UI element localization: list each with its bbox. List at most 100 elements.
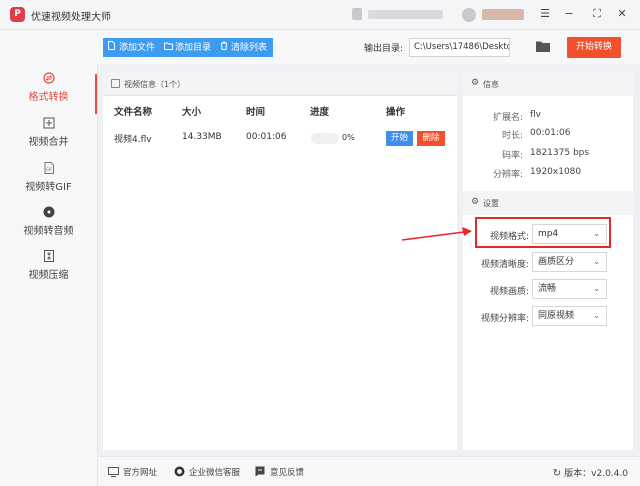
sidebar-item-video-compress[interactable]: 视频压缩: [0, 250, 97, 294]
resolution-select[interactable]: 同原视频 ⌄: [532, 306, 607, 326]
gif-icon: GIF: [43, 162, 55, 174]
file-icon: [108, 38, 117, 57]
column-header-size: 大小: [182, 107, 202, 118]
output-dir-label: 输出目录:: [364, 44, 404, 54]
resolution-select-value: 同原视频: [538, 311, 575, 321]
annotation-highlight-box: [475, 217, 611, 248]
official-website-label: 官方网址: [123, 468, 158, 478]
sidebar-item-format-convert[interactable]: 格式转换: [0, 72, 97, 116]
version-info[interactable]: ↻ 版本：v2.0.4.0: [553, 466, 628, 479]
file-name: 视频4.flv: [114, 135, 152, 145]
sidebar-item-label: 视频转音频: [23, 226, 74, 237]
row-delete-button[interactable]: 删除: [417, 131, 445, 146]
merge-icon: [43, 117, 55, 129]
settings-title: 设置: [483, 199, 499, 208]
file-size: 14.33MB: [182, 132, 222, 142]
column-header-progress: 进度: [310, 107, 330, 118]
table-header: 文件名称 大小 时间 进度 操作: [103, 104, 457, 118]
column-header-actions: 操作: [386, 107, 406, 118]
settings-header: ⚙ 设置: [463, 191, 633, 215]
chevron-down-icon: ⌄: [593, 284, 600, 293]
quality-select[interactable]: 流畅 ⌄: [532, 279, 607, 299]
title-bar: P 优速视频处理大师 ☰ − ⛶ ✕: [0, 0, 640, 30]
right-panel: ⚙ 信息 扩展名: flv 时长: 00:01:06 码率: 1821375 b…: [463, 72, 633, 450]
file-list-panel: 视频信息（1个） 文件名称 大小 时间 进度 操作 视频4.flv 14.33M…: [103, 72, 457, 450]
file-list-header: 视频信息（1个）: [103, 72, 457, 96]
info-value-extension: flv: [530, 110, 541, 120]
add-folder-button[interactable]: 添加目录: [159, 38, 218, 57]
setting-label-resolution: 视频分辨率:: [480, 314, 529, 324]
feedback-label: 意见反馈: [270, 468, 305, 478]
info-label-extension: 扩展名:: [492, 113, 523, 123]
annotation-arrow: [401, 227, 472, 241]
add-file-button[interactable]: 添加文件: [103, 38, 162, 57]
wechat-support-label: 企业微信客服: [189, 468, 241, 478]
setting-label-quality: 视频画质:: [489, 287, 529, 297]
output-dir-field[interactable]: C:\Users\17486\Deskto: [409, 38, 510, 57]
sidebar-item-label: 视频压缩: [28, 270, 69, 281]
sidebar-item-label: 视频转GIF: [25, 182, 72, 193]
clarity-select-value: 画质区分: [538, 257, 575, 267]
quality-select-value: 流畅: [538, 284, 557, 294]
setting-label-clarity: 视频清晰度:: [480, 260, 529, 270]
toolbar: 添加文件 添加目录 清除列表 输出目录: C:\Users\17486\Desk…: [0, 30, 640, 64]
feedback-icon: [255, 466, 266, 477]
wechat-icon: [174, 466, 185, 477]
info-title: 信息: [483, 80, 499, 89]
folder-icon: [164, 38, 173, 57]
footer: 官方网址 企业微信客服 意见反馈 ↻ 版本：v2.0.4.0: [98, 456, 640, 486]
refresh-icon: ↻: [552, 468, 562, 479]
audio-icon: [43, 206, 55, 218]
feedback-link[interactable]: 意见反馈: [255, 466, 304, 478]
file-duration: 00:01:06: [246, 132, 287, 142]
add-file-label: 添加文件: [119, 43, 156, 53]
clear-list-label: 清除列表: [231, 43, 268, 53]
blurred-avatar[interactable]: [462, 8, 476, 22]
sidebar: 格式转换 视频合并 GIF 视频转GIF 视频转音频 视频压缩: [0, 64, 98, 486]
close-button[interactable]: ✕: [614, 6, 630, 22]
chevron-down-icon: ⌄: [593, 311, 600, 320]
progress-bar: [311, 133, 339, 144]
version-label: 版本：v2.0.4.0: [564, 469, 628, 479]
gear-icon: ⚙: [471, 78, 480, 88]
sidebar-item-video-to-gif[interactable]: GIF 视频转GIF: [0, 162, 97, 206]
active-indicator: [95, 74, 97, 114]
app-logo-icon: P: [10, 7, 25, 22]
info-label-duration: 时长:: [501, 131, 523, 141]
wechat-support-link[interactable]: 企业微信客服: [174, 466, 240, 478]
browse-folder-icon[interactable]: [536, 40, 550, 52]
sidebar-item-video-to-audio[interactable]: 视频转音频: [0, 206, 97, 250]
sidebar-item-label: 视频合并: [28, 137, 69, 148]
info-value-duration: 00:01:06: [530, 128, 571, 138]
row-start-button[interactable]: 开始: [386, 131, 413, 146]
svg-text:GIF: GIF: [46, 167, 53, 172]
info-value-resolution: 1920x1080: [530, 167, 582, 177]
official-website-link[interactable]: 官方网址: [108, 466, 157, 478]
info-value-bitrate: 1821375 bps: [530, 148, 590, 158]
info-label-bitrate: 码率:: [501, 151, 523, 161]
app-title: 优速视频处理大师: [31, 12, 111, 23]
chevron-down-icon: ⌄: [593, 257, 600, 266]
info-label-resolution: 分辨率:: [492, 170, 523, 180]
sidebar-item-video-merge[interactable]: 视频合并: [0, 117, 97, 161]
maximize-button[interactable]: ⛶: [589, 6, 605, 22]
minimize-button[interactable]: −: [561, 6, 577, 22]
gear-icon: ⚙: [471, 197, 480, 207]
clear-list-button[interactable]: 清除列表: [215, 38, 274, 57]
blurred-user-info: [368, 10, 443, 19]
table-row[interactable]: 视频4.flv 14.33MB 00:01:06 0% 开始 删除: [103, 126, 457, 152]
column-header-time: 时间: [246, 107, 266, 118]
info-header: ⚙ 信息: [463, 72, 633, 96]
progress-label: 0%: [342, 133, 355, 142]
video-info-icon: [111, 79, 120, 88]
clarity-select[interactable]: 画质区分 ⌄: [532, 252, 607, 272]
website-icon: [108, 467, 119, 478]
sidebar-item-label: 格式转换: [28, 92, 69, 103]
menu-icon[interactable]: ☰: [537, 6, 553, 22]
trash-icon: [220, 38, 229, 57]
convert-icon: [42, 72, 55, 84]
blurred-user-icon: [352, 8, 362, 20]
file-list-title: 视频信息（1个）: [124, 80, 186, 89]
blurred-username: [482, 9, 524, 20]
start-convert-button[interactable]: 开始转换: [567, 37, 621, 58]
